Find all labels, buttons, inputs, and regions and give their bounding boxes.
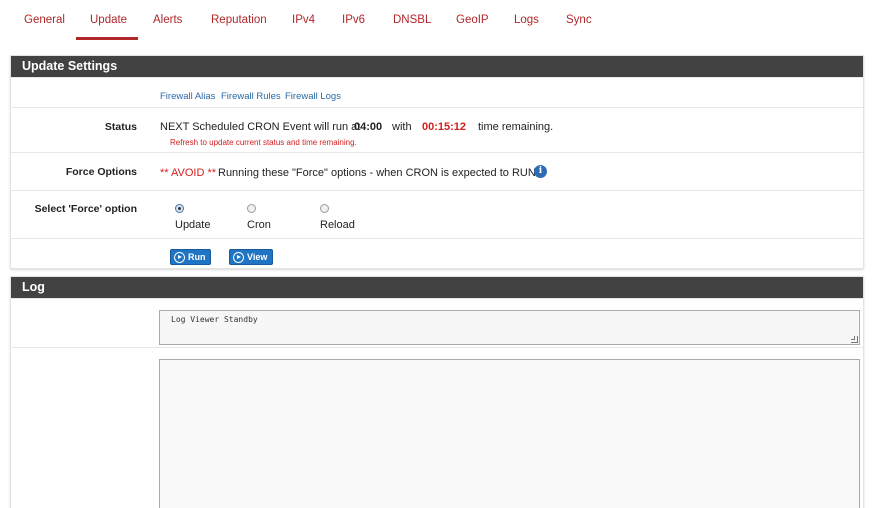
radio-update-label: Update xyxy=(175,219,211,231)
tab-logs[interactable]: Logs xyxy=(514,14,539,26)
play-icon xyxy=(233,252,244,263)
status-with: with xyxy=(392,121,412,133)
view-button[interactable]: View xyxy=(229,249,273,265)
log-viewer-text: Log Viewer Standby xyxy=(171,315,258,324)
update-settings-header: Update Settings xyxy=(11,56,863,77)
firewall-rules-link[interactable]: Firewall Rules xyxy=(221,91,281,102)
radio-reload-label: Reload xyxy=(320,219,355,231)
tab-sync[interactable]: Sync xyxy=(566,14,592,26)
resize-grip-icon[interactable] xyxy=(851,336,858,343)
select-force-row: Select 'Force' option Update Cron Reload xyxy=(11,190,863,238)
status-hint: Refresh to update current status and tim… xyxy=(170,138,357,147)
avoid-warning: ** AVOID ** xyxy=(160,167,217,179)
firewall-alias-link[interactable]: Firewall Alias xyxy=(160,91,215,102)
force-warning-text: Running these "Force" options - when CRO… xyxy=(218,167,539,179)
tab-update[interactable]: Update xyxy=(90,14,127,26)
radio-cron[interactable] xyxy=(247,204,256,213)
time-remaining: 00:15:12 xyxy=(422,121,467,133)
log-output-field[interactable] xyxy=(159,359,860,508)
force-options-label: Force Options xyxy=(65,166,137,178)
tab-ipv4[interactable]: IPv4 xyxy=(292,14,315,26)
status-prefix: NEXT Scheduled CRON Event will run at xyxy=(160,121,361,133)
update-settings-panel: Update Settings Firewall Alias Firewall … xyxy=(10,55,864,269)
status-suffix: time remaining. xyxy=(478,121,554,133)
tab-general[interactable]: General xyxy=(24,14,65,26)
action-buttons-row: Run View xyxy=(11,238,863,268)
play-icon xyxy=(174,252,185,263)
cron-time: 04:00 xyxy=(354,121,383,133)
select-force-label: Select 'Force' option xyxy=(34,203,137,215)
firewall-logs-link[interactable]: Firewall Logs xyxy=(285,91,341,102)
tab-ipv6[interactable]: IPv6 xyxy=(342,14,365,26)
run-button[interactable]: Run xyxy=(170,249,211,265)
force-options-row: Force Options ** AVOID ** Running these … xyxy=(11,152,863,190)
status-label: Status xyxy=(104,121,137,133)
tab-bar: General Update Alerts Reputation IPv4 IP… xyxy=(0,0,883,42)
info-icon[interactable]: i xyxy=(534,165,547,178)
log-output-row xyxy=(11,347,863,508)
status-row: Status NEXT Scheduled CRON Event will ru… xyxy=(11,107,863,152)
log-header: Log xyxy=(11,277,863,298)
tab-dnsbl[interactable]: DNSBL xyxy=(393,14,431,26)
radio-reload[interactable] xyxy=(320,204,329,213)
view-button-label: View xyxy=(247,252,268,262)
log-viewer-status-field[interactable]: Log Viewer Standby xyxy=(159,310,860,345)
log-panel: Log Log Viewer Standby xyxy=(10,276,864,508)
active-tab-indicator xyxy=(76,37,138,40)
tab-geoip[interactable]: GeoIP xyxy=(456,14,489,26)
radio-cron-label: Cron xyxy=(247,219,271,231)
radio-update[interactable] xyxy=(175,204,184,213)
run-button-label: Run xyxy=(188,252,206,262)
log-viewer-row: Log Viewer Standby xyxy=(11,298,863,347)
tab-reputation[interactable]: Reputation xyxy=(211,14,267,26)
quick-links-row: Firewall Alias Firewall Rules Firewall L… xyxy=(11,77,863,107)
tab-alerts[interactable]: Alerts xyxy=(153,14,182,26)
